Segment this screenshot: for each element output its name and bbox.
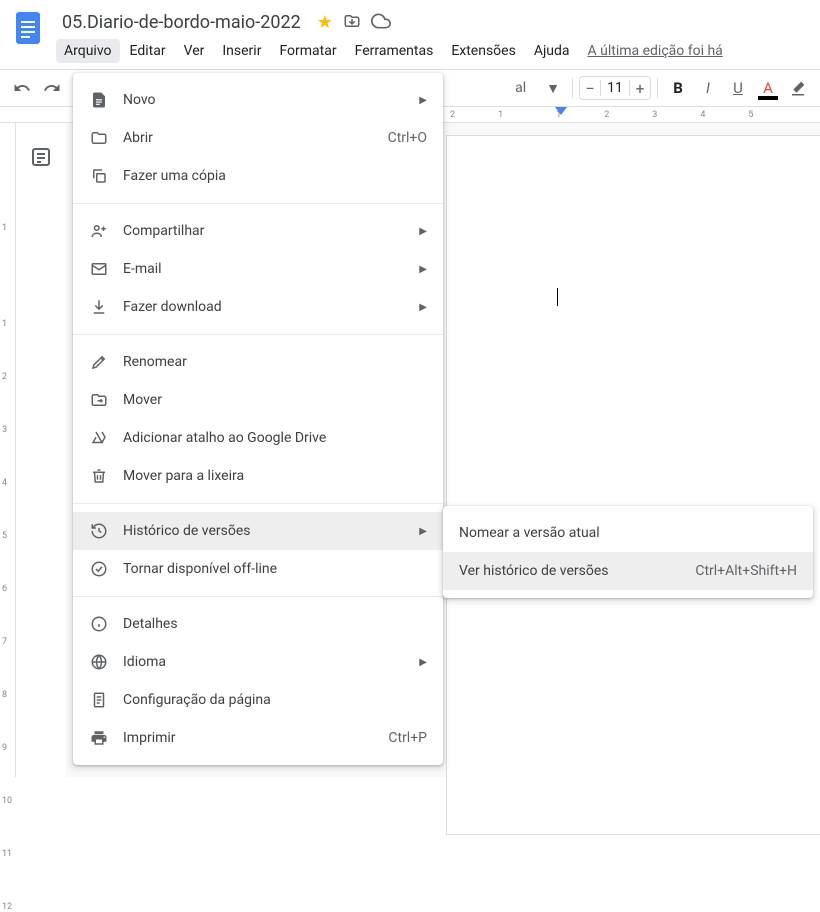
file-menu-dropdown: Novo ▶ Abrir Ctrl+O Fazer uma cópia Comp… (73, 73, 443, 765)
chevron-right-icon: ▶ (419, 264, 427, 275)
menu-ajuda[interactable]: Ajuda (526, 39, 578, 63)
share-icon (89, 221, 109, 241)
font-size-input[interactable]: 11 (600, 80, 630, 96)
font-size-group: − 11 + (579, 76, 651, 100)
divider (73, 334, 443, 335)
menu-item-novo[interactable]: Novo ▶ (73, 81, 443, 119)
menu-item-mover[interactable]: Mover (73, 381, 443, 419)
separator (572, 78, 573, 98)
language-icon (89, 652, 109, 672)
submenu-item-nomear-versao[interactable]: Nomear a versão atual (443, 514, 813, 552)
document-outline-icon[interactable] (29, 145, 53, 777)
menu-item-compartilhar[interactable]: Compartilhar ▶ (73, 212, 443, 250)
font-size-increase[interactable]: + (630, 79, 650, 98)
text-cursor (557, 288, 558, 306)
menu-item-email[interactable]: E-mail ▶ (73, 250, 443, 288)
menu-item-abrir[interactable]: Abrir Ctrl+O (73, 119, 443, 157)
info-icon (89, 614, 109, 634)
document-icon (89, 90, 109, 110)
menu-item-config-pagina[interactable]: Configuração da página (73, 681, 443, 719)
bold-button[interactable]: B (664, 74, 692, 102)
drive-shortcut-icon (89, 428, 109, 448)
cloud-status-icon[interactable] (371, 11, 391, 35)
version-history-submenu: Nomear a versão atual Ver histórico de v… (443, 506, 813, 598)
font-family-select[interactable]: al ▼ (509, 80, 566, 97)
star-icon[interactable]: ★ (317, 12, 333, 33)
chevron-right-icon: ▶ (419, 302, 427, 313)
menu-item-idioma[interactable]: Idioma ▶ (73, 643, 443, 681)
move-icon (89, 390, 109, 410)
menu-item-detalhes[interactable]: Detalhes (73, 605, 443, 643)
italic-button[interactable]: I (694, 74, 722, 102)
last-edit-link[interactable]: A última edição foi há (580, 39, 731, 63)
menu-item-fazer-copia[interactable]: Fazer uma cópia (73, 157, 443, 195)
chevron-right-icon: ▶ (419, 226, 427, 237)
trash-icon (89, 466, 109, 486)
divider (73, 596, 443, 597)
download-icon (89, 297, 109, 317)
document-title[interactable]: 05.Diario-de-bordo-maio-2022 (56, 10, 307, 35)
menubar: Arquivo Editar Ver Inserir Formatar Ferr… (56, 37, 820, 65)
redo-button[interactable] (38, 74, 66, 102)
separator (657, 78, 658, 98)
text-color-button[interactable]: A (754, 74, 782, 102)
menu-item-historico-versoes[interactable]: Histórico de versões ▶ (73, 512, 443, 550)
menu-item-imprimir[interactable]: Imprimir Ctrl+P (73, 719, 443, 757)
undo-button[interactable] (8, 74, 36, 102)
submenu-item-ver-historico[interactable]: Ver histórico de versões Ctrl+Alt+Shift+… (443, 552, 813, 590)
menu-editar[interactable]: Editar (122, 39, 174, 63)
menu-item-offline[interactable]: Tornar disponível off-line (73, 550, 443, 588)
vertical-ruler[interactable]: 1 1 2 3 4 5 6 7 8 9 10 11 12 (0, 123, 16, 777)
history-icon (89, 521, 109, 541)
divider (73, 503, 443, 504)
chevron-right-icon: ▶ (419, 95, 427, 106)
menu-ferramentas[interactable]: Ferramentas (347, 39, 442, 63)
rename-icon (89, 352, 109, 372)
page-setup-icon (89, 690, 109, 710)
email-icon (89, 259, 109, 279)
menu-item-renomear[interactable]: Renomear (73, 343, 443, 381)
highlight-button[interactable] (784, 74, 812, 102)
menu-inserir[interactable]: Inserir (214, 39, 269, 63)
menu-arquivo[interactable]: Arquivo (56, 39, 120, 63)
docs-logo[interactable] (8, 8, 48, 48)
offline-icon (89, 559, 109, 579)
chevron-right-icon: ▶ (419, 526, 427, 537)
menu-ver[interactable]: Ver (176, 39, 213, 63)
divider (73, 203, 443, 204)
menu-item-adicionar-atalho[interactable]: Adicionar atalho ao Google Drive (73, 419, 443, 457)
font-size-decrease[interactable]: − (580, 79, 600, 98)
menu-item-lixeira[interactable]: Mover para a lixeira (73, 457, 443, 495)
print-icon (89, 728, 109, 748)
underline-button[interactable]: U (724, 74, 752, 102)
page[interactable] (446, 135, 820, 835)
menu-formatar[interactable]: Formatar (271, 39, 344, 63)
move-to-folder-icon[interactable] (343, 12, 361, 34)
copy-icon (89, 166, 109, 186)
chevron-right-icon: ▶ (419, 657, 427, 668)
indent-marker-icon[interactable] (555, 107, 567, 119)
menu-extensoes[interactable]: Extensões (443, 39, 524, 63)
menu-item-download[interactable]: Fazer download ▶ (73, 288, 443, 326)
folder-icon (89, 128, 109, 148)
